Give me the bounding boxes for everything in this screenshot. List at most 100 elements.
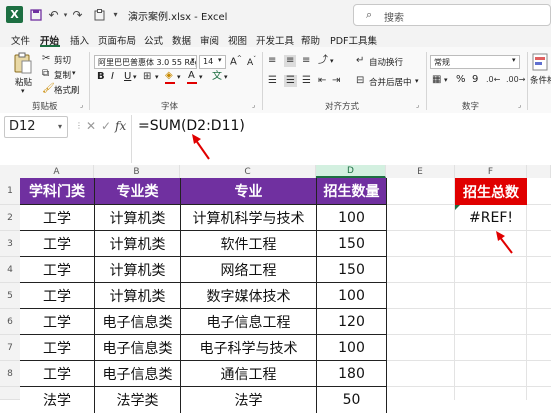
table-cell[interactable]: 电子科学与技术 xyxy=(181,335,317,361)
fill-color-icon[interactable]: ◈ xyxy=(165,70,173,82)
column-header-g[interactable] xyxy=(527,165,551,178)
wrap-text-icon[interactable]: ↵ xyxy=(356,55,364,67)
decrease-decimal-icon[interactable]: .00→ xyxy=(506,74,525,86)
table-cell[interactable]: 网络工程 xyxy=(181,257,317,283)
paste-icon[interactable] xyxy=(14,52,32,74)
row-header-7[interactable]: 7 xyxy=(0,335,20,361)
table-cell[interactable]: 工学 xyxy=(20,257,95,283)
table-cell[interactable]: 100 xyxy=(317,283,387,309)
format-painter-icon[interactable]: 🖌 xyxy=(42,83,55,95)
align-bottom-icon[interactable]: ≡ xyxy=(302,55,310,67)
paste-dropdown-icon[interactable]: ▾ xyxy=(21,87,25,95)
align-left-icon[interactable]: ☰ xyxy=(268,75,277,87)
increase-indent-icon[interactable]: ⇥ xyxy=(332,75,340,87)
clipboard-icon[interactable] xyxy=(92,7,107,22)
row-header-5[interactable]: 5 xyxy=(0,283,20,309)
copy-icon[interactable]: ⧉ xyxy=(42,68,49,80)
conditional-format-icon[interactable] xyxy=(532,53,548,71)
row-header-6[interactable]: 6 xyxy=(0,309,20,335)
table-cell[interactable]: 电子信息类 xyxy=(95,335,181,361)
table-cell[interactable]: 电子信息工程 xyxy=(181,309,317,335)
fill-color-dropdown-icon[interactable]: ▾ xyxy=(177,73,181,81)
increase-decimal-icon[interactable]: .0← xyxy=(486,74,500,86)
wrap-text-button[interactable]: 自动换行 xyxy=(369,56,403,68)
table-cell[interactable]: 电子信息类 xyxy=(95,309,181,335)
underline-button[interactable]: U xyxy=(124,71,131,82)
column-header-e[interactable]: E xyxy=(386,165,455,178)
tab-pdf-tools[interactable]: PDF工具集 xyxy=(330,33,377,47)
tab-view[interactable]: 视图 xyxy=(228,33,247,47)
row-header-8[interactable]: 8 xyxy=(0,361,20,387)
column-header-d[interactable]: D xyxy=(316,165,386,178)
align-top-icon[interactable]: ≡ xyxy=(268,55,276,67)
align-right-icon[interactable]: ☰ xyxy=(302,75,311,87)
italic-button[interactable]: I xyxy=(111,71,114,82)
orientation-icon[interactable]: ⤴ xyxy=(318,55,328,67)
row-header-4[interactable]: 4 xyxy=(0,257,20,283)
table-cell[interactable]: 数字媒体技术 xyxy=(181,283,317,309)
insert-function-icon[interactable]: fx xyxy=(115,119,126,133)
formula-bar-more-icon[interactable]: ⋮ xyxy=(75,121,83,130)
row-header-2[interactable]: 2 xyxy=(0,205,20,231)
table-cell[interactable]: 计算机科学与技术 xyxy=(181,205,317,231)
tab-formulas[interactable]: 公式 xyxy=(144,33,163,47)
alignment-launcher-icon[interactable]: ⌟ xyxy=(416,101,419,109)
table-cell[interactable]: 计算机类 xyxy=(95,231,181,257)
copy-button[interactable]: 复制 xyxy=(54,69,71,81)
conditional-format-button[interactable]: 条件格 xyxy=(530,74,551,86)
merge-center-icon[interactable]: ⊟ xyxy=(356,75,364,87)
tab-insert[interactable]: 插入 xyxy=(70,33,89,47)
row-header-9[interactable] xyxy=(0,387,20,400)
table-cell[interactable]: 工学 xyxy=(20,231,95,257)
row-header-1[interactable]: 1 xyxy=(0,178,20,205)
cut-button[interactable]: 剪切 xyxy=(54,54,71,66)
font-size-dropdown-icon[interactable]: ▾ xyxy=(218,56,222,64)
quick-access-more-icon[interactable]: ▾ xyxy=(108,7,123,22)
table-cell[interactable]: 通信工程 xyxy=(181,361,317,387)
table-cell[interactable]: 150 xyxy=(317,257,387,283)
total-header-cell[interactable]: 招生总数 xyxy=(455,178,527,205)
percent-style-button[interactable]: % xyxy=(456,74,466,85)
accounting-dropdown-icon[interactable]: ▾ xyxy=(444,76,448,84)
table-cell[interactable]: 计算机类 xyxy=(95,257,181,283)
search-input[interactable]: ⌕ 搜索 xyxy=(353,4,551,26)
grow-font-icon[interactable]: A^ xyxy=(230,55,242,67)
tab-help[interactable]: 帮助 xyxy=(301,33,320,47)
table-cell[interactable]: 100 xyxy=(317,335,387,361)
name-box-dropdown-icon[interactable]: ▾ xyxy=(58,122,62,131)
column-header-f[interactable]: F xyxy=(455,165,527,178)
table-cell[interactable]: 工学 xyxy=(20,361,95,387)
table-cell[interactable]: 工学 xyxy=(20,335,95,361)
shrink-font-icon[interactable]: Aˇ xyxy=(247,56,256,68)
table-header-cell[interactable]: 专业类 xyxy=(95,178,181,205)
confirm-entry-icon[interactable]: ✓ xyxy=(101,119,111,133)
merge-dropdown-icon[interactable]: ▾ xyxy=(415,77,419,85)
table-cell[interactable]: 电子信息类 xyxy=(95,361,181,387)
table-header-cell[interactable]: 专业 xyxy=(181,178,317,205)
tab-file[interactable]: 文件 xyxy=(11,33,30,47)
table-cell[interactable]: 法学 xyxy=(20,387,95,413)
align-middle-icon[interactable]: ≡ xyxy=(284,55,297,67)
cancel-entry-icon[interactable]: ✕ xyxy=(86,119,96,133)
number-format-dropdown-icon[interactable]: ▾ xyxy=(512,56,516,64)
total-value-cell[interactable]: #REF! xyxy=(455,205,527,231)
font-color-icon[interactable]: A xyxy=(188,70,195,81)
table-cell[interactable]: 法学 xyxy=(181,387,317,413)
table-cell[interactable]: 工学 xyxy=(20,283,95,309)
format-painter-button[interactable]: 格式刷 xyxy=(54,84,80,96)
decrease-indent-icon[interactable]: ⇤ xyxy=(318,75,326,87)
redo-icon[interactable]: ↷ xyxy=(70,7,85,22)
table-cell[interactable]: 100 xyxy=(317,205,387,231)
table-header-cell[interactable]: 学科门类 xyxy=(20,178,95,205)
font-color-dropdown-icon[interactable]: ▾ xyxy=(199,73,203,81)
number-launcher-icon[interactable]: ⌟ xyxy=(518,101,521,109)
column-header-a[interactable]: A xyxy=(20,165,94,178)
table-cell[interactable]: 软件工程 xyxy=(181,231,317,257)
save-icon[interactable] xyxy=(28,7,43,22)
font-name-combo[interactable]: 阿里巴巴普惠体 3.0 55 Reg xyxy=(94,55,197,69)
accounting-format-icon[interactable]: ▦ xyxy=(432,74,441,86)
borders-icon[interactable]: ⊞ xyxy=(143,71,151,83)
phonetic-icon[interactable]: 文 xyxy=(212,71,222,83)
table-cell[interactable]: 法学类 xyxy=(95,387,181,413)
comma-style-button[interactable]: 9 xyxy=(472,74,478,85)
